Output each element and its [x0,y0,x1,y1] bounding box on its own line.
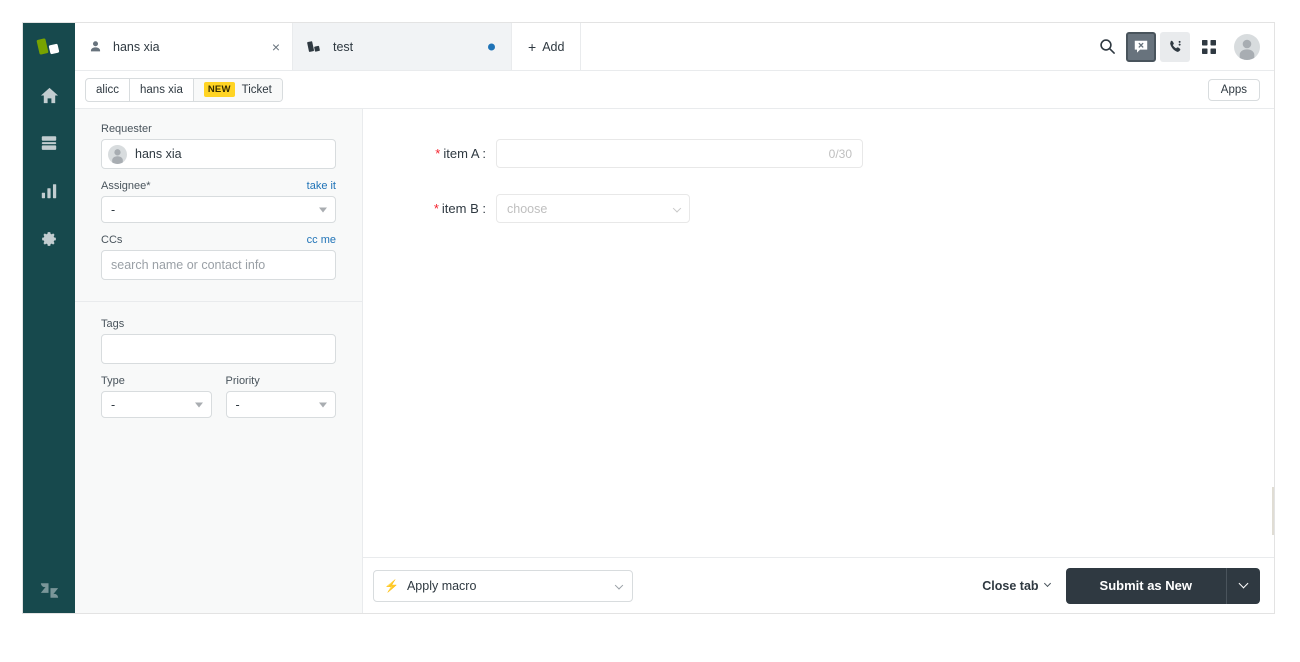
apply-macro-label: Apply macro [406,578,477,593]
chevron-down-icon [319,207,327,212]
content-scrollbar[interactable] [1272,487,1274,535]
priority-field: Priority - [225,375,336,418]
bolt-icon: ⚡ [384,578,399,593]
tab-label: test [333,39,354,54]
ticket-footer: ⚡ Apply macro Close tab Submit as New [363,557,1274,613]
user-avatar[interactable] [1234,33,1260,60]
chevron-down-icon [319,402,327,407]
user-icon [89,40,102,53]
tab-test[interactable]: test [293,23,512,70]
apply-macro-button[interactable]: ⚡ Apply macro [373,569,633,602]
properties-section-primary: Requester hans xia Assignee* take it - C… [75,109,362,301]
add-tab-label: Add [542,39,565,54]
item-a-label: * item A : [363,146,496,161]
chevron-down-icon [194,402,203,407]
breadcrumb-row: alicc hans xia NEW Ticket Apps [75,71,1274,109]
talk-phone-icon[interactable] [1160,31,1190,62]
plus-icon: + [528,38,537,55]
take-it-link[interactable]: take it [307,180,336,192]
required-asterisk: * [435,146,441,161]
assignee-label: Assignee* [101,180,151,192]
close-icon[interactable]: × [272,40,280,54]
chevron-down-icon [614,580,624,590]
zendesk-z-logo [23,578,75,603]
breadcrumb-current-label: Ticket [241,83,272,96]
status-badge: NEW [203,82,235,97]
type-select[interactable]: - [101,391,212,418]
ccs-placeholder: search name or contact info [111,258,266,272]
form-row-item-a: * item A : 0/30 [363,139,1274,168]
main-column: hans xia × test + Add alicc hans xia NEW… [75,23,1274,613]
form-row-item-b: * item B : choose [363,194,1274,223]
cc-me-link[interactable]: cc me [307,234,336,246]
tab-bar-spacer [581,23,1092,70]
tab-bar: hans xia × test + Add [75,23,1274,71]
tags-label: Tags [101,318,125,330]
breadcrumb-item-account[interactable]: alicc [86,78,131,101]
chat-offline-icon[interactable] [1126,31,1156,62]
breadcrumb-item-current[interactable]: NEW Ticket [193,78,282,101]
item-a-input[interactable]: 0/30 [496,139,863,168]
requester-field: Requester hans xia [101,123,336,169]
left-nav-rail [23,23,75,613]
products-grid-icon[interactable] [1194,32,1224,62]
ticket-icon [307,40,322,54]
header-actions [1092,23,1274,70]
ccs-label: CCs [101,234,123,246]
item-b-label: * item B : [363,201,496,216]
sidebar-item-home[interactable] [23,71,75,119]
type-value: - [111,397,116,412]
assignee-field: Assignee* take it - [101,180,336,223]
zendesk-agent-window: hans xia × test + Add alicc hans xia NEW… [22,22,1275,614]
item-b-select[interactable]: choose [496,194,690,223]
body-split: Requester hans xia Assignee* take it - C… [75,109,1274,613]
add-tab-button[interactable]: + Add [512,23,582,70]
item-a-char-counter: 0/30 [828,146,852,161]
requester-avatar [108,144,127,164]
assignee-select[interactable]: - [101,196,336,223]
submit-button-group: Submit as New [1065,567,1260,604]
search-icon[interactable] [1092,32,1122,62]
requester-value: hans xia [135,147,182,161]
ccs-field: CCs cc me search name or contact info [101,234,336,280]
priority-select[interactable]: - [225,391,336,418]
priority-label: Priority [225,375,260,387]
unsaved-changes-dot [488,43,495,50]
item-b-label-text: item B : [441,201,486,216]
properties-section-secondary: Tags Type - Priority - [75,301,362,428]
breadcrumb-item-user[interactable]: hans xia [130,78,194,101]
submit-as-new-button[interactable]: Submit as New [1065,567,1226,604]
ticket-content-pane: * item A : 0/30 * item B : choose ⚡ Appl… [363,109,1274,613]
sidebar-item-admin[interactable] [23,215,75,263]
sidebar-item-reporting[interactable] [23,167,75,215]
required-asterisk: * [433,201,439,216]
sidebar-item-views[interactable] [23,119,75,167]
assignee-value: - [111,202,116,217]
tags-field: Tags [101,318,336,364]
ccs-input[interactable]: search name or contact info [101,250,336,280]
type-field: Type - [101,375,212,418]
breadcrumb: alicc hans xia NEW Ticket [85,77,283,102]
type-label: Type [101,375,125,387]
requester-input[interactable]: hans xia [101,139,336,169]
tab-label: hans xia [113,39,160,54]
chevron-down-icon [672,203,682,213]
item-a-label-text: item A : [443,146,486,161]
close-tab-button[interactable]: Close tab [982,578,1051,593]
requester-label: Requester [101,123,152,135]
tags-input[interactable] [101,334,336,364]
submit-options-caret[interactable] [1226,567,1260,604]
ticket-properties-pane: Requester hans xia Assignee* take it - C… [75,109,363,613]
item-b-placeholder: choose [507,201,548,216]
priority-value: - [235,397,240,412]
chevron-down-icon [1043,579,1051,588]
zendesk-logo[interactable] [23,23,75,71]
close-tab-label: Close tab [982,578,1039,593]
apps-button[interactable]: Apps [1207,78,1260,101]
tab-hans-xia[interactable]: hans xia × [75,23,293,70]
custom-ticket-form: * item A : 0/30 * item B : choose [363,109,1274,557]
